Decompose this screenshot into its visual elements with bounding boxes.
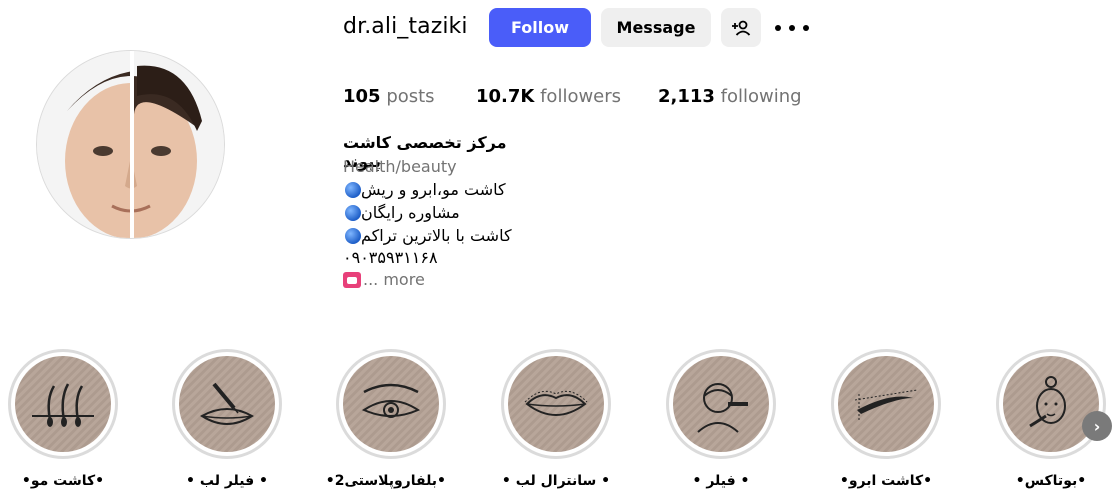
lips-icon <box>524 390 588 416</box>
highlight-label: •کاشت ابرو• <box>839 473 933 489</box>
highlight-item[interactable]: • سانترال لب • <box>501 349 611 489</box>
highlight-label: • سانترال لب • <box>501 473 611 489</box>
bio-line: کاشت با بالاترین تراکم <box>343 226 512 245</box>
highlight-label: •کاشت مو• <box>21 473 105 489</box>
bio-category: Health/beauty <box>343 157 457 176</box>
message-button[interactable]: Message <box>601 8 711 47</box>
highlight-item[interactable]: • فیلر لب • <box>172 349 282 489</box>
followers-link[interactable]: 10.7K followers <box>476 86 621 107</box>
bio-phone: ۰۹۰۳۵۹۳۱۱۶۸ <box>343 248 438 267</box>
avatar-image <box>37 51 224 238</box>
highlight-label: •بوتاکس• <box>1015 473 1087 489</box>
add-user-button[interactable] <box>721 8 761 47</box>
highlight-item[interactable]: •بلفاروپلاستی2• <box>325 349 446 489</box>
face-injection-icon <box>697 383 748 433</box>
telephone-icon <box>343 271 361 288</box>
more-options-icon <box>775 25 781 31</box>
posts-count: 105 posts <box>343 86 435 107</box>
eyebrow-icon <box>854 389 918 422</box>
highlight-label: • فیلر لب • <box>186 473 268 489</box>
blue-circle-icon <box>345 181 361 198</box>
highlight-label: •بلفاروپلاستی2• <box>325 473 446 489</box>
highlight-item[interactable]: • فیلر • <box>666 349 776 489</box>
profile-avatar[interactable] <box>36 50 225 239</box>
add-user-icon <box>732 20 751 36</box>
following-link[interactable]: 2,113 following <box>658 86 802 107</box>
chevron-right-icon: › <box>1093 416 1101 436</box>
eye-icon <box>361 383 421 418</box>
highlights-next-button[interactable]: › <box>1082 411 1112 441</box>
bio-line: کاشت مو،ابرو و ریش <box>343 180 506 199</box>
follow-button[interactable]: Follow <box>489 8 591 47</box>
blue-circle-icon <box>345 204 361 221</box>
more-options-button[interactable] <box>775 17 809 39</box>
bio-more-link[interactable]: ... more <box>343 270 425 289</box>
blue-circle-icon <box>345 227 361 244</box>
botox-face-icon <box>1029 376 1066 428</box>
highlight-item[interactable]: •کاشت مو• <box>8 349 118 489</box>
bio-line: مشاوره رایگان <box>343 203 460 222</box>
profile-username: dr.ali_taziki <box>343 14 468 39</box>
lip-filler-syringe-icon <box>200 382 254 425</box>
highlight-item[interactable]: •کاشت ابرو• <box>831 349 941 489</box>
highlight-label: • فیلر • <box>692 473 750 489</box>
hair-follicle-icon <box>32 383 94 427</box>
